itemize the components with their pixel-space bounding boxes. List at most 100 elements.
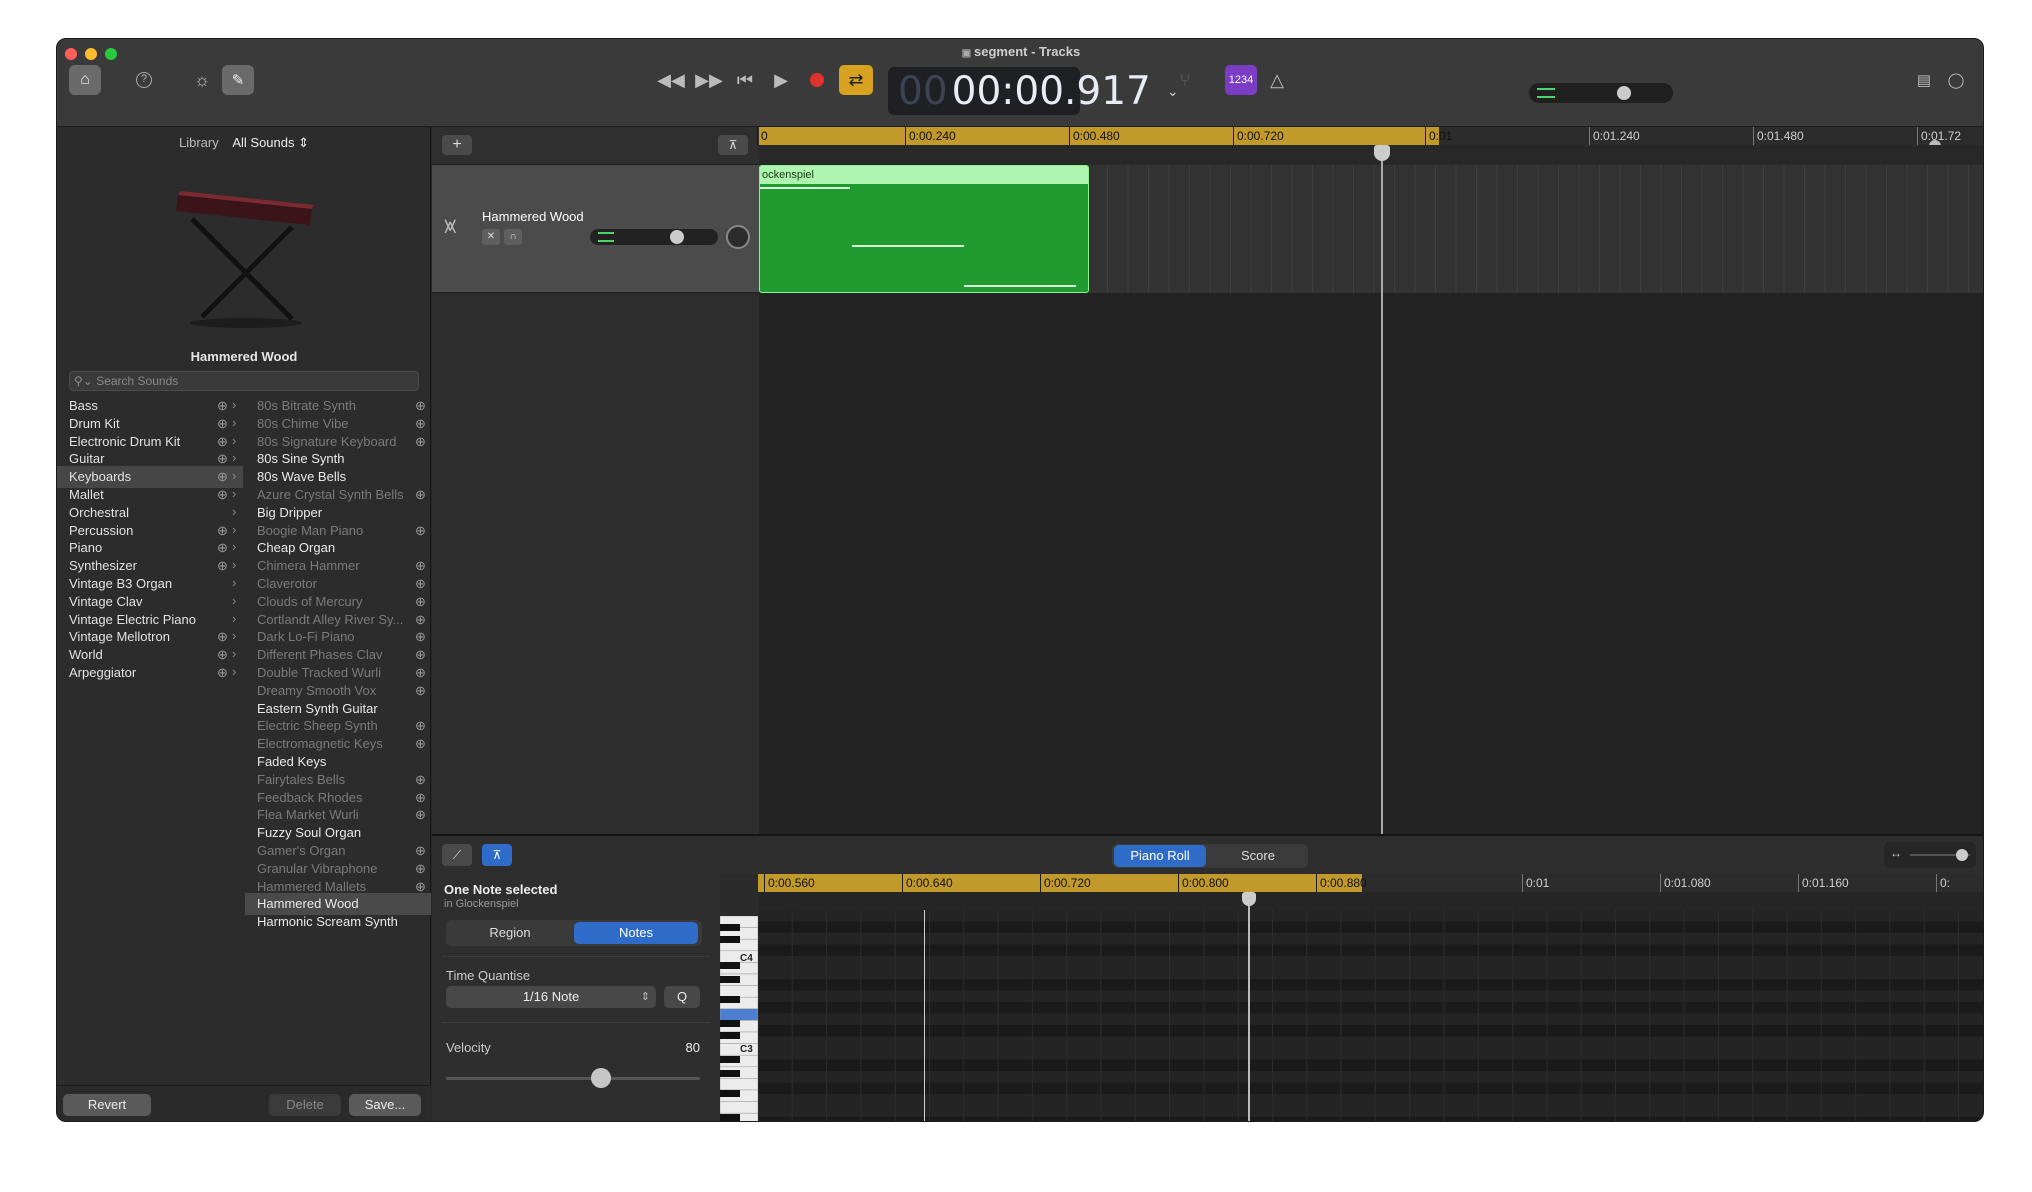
revert-button[interactable]: Revert	[63, 1094, 151, 1116]
help-button[interactable]: ?	[131, 67, 157, 93]
piano-roll-ruler[interactable]: 0:00.560 0:00.640 0:00.720 0:00.800 0:00.880…	[758, 874, 1983, 892]
piano-black-key[interactable]	[720, 1032, 740, 1039]
metronome-button[interactable]: △	[1265, 67, 1289, 93]
download-icon[interactable]: ⊕	[415, 416, 426, 432]
play-button[interactable]: ▶	[769, 67, 793, 93]
master-volume-knob[interactable]	[1617, 86, 1631, 100]
download-icon[interactable]: ⊕	[415, 434, 426, 450]
quantise-button[interactable]: Q	[664, 986, 700, 1008]
track-volume-slider[interactable]	[590, 229, 718, 245]
download-icon[interactable]: ⊕	[415, 594, 426, 610]
segment-region[interactable]: Region	[448, 922, 572, 944]
download-icon[interactable]: ⊕	[415, 736, 426, 752]
tuner-button[interactable]: ⑂	[1173, 67, 1197, 93]
download-icon[interactable]: ⊕	[217, 665, 228, 681]
segment-notes[interactable]: Notes	[574, 922, 698, 944]
velocity-knob[interactable]	[591, 1068, 612, 1088]
piano-black-key[interactable]	[720, 1090, 740, 1097]
piano-white-key[interactable]	[719, 1078, 759, 1091]
download-icon[interactable]: ⊕	[415, 807, 426, 823]
download-icon[interactable]: ⊕	[217, 487, 228, 503]
mute-button[interactable]: ✕	[482, 229, 500, 245]
download-icon[interactable]: ⊕	[217, 540, 228, 556]
download-icon[interactable]: ⊕	[217, 416, 228, 432]
download-icon[interactable]: ⊕	[217, 434, 228, 450]
playhead[interactable]	[1374, 145, 1390, 834]
piano-roll-playhead-handle[interactable]	[1242, 892, 1256, 906]
go-to-beginning-button[interactable]: ⏮	[733, 67, 757, 93]
download-icon[interactable]: ⊕	[415, 647, 426, 663]
download-icon[interactable]: ⊕	[415, 861, 426, 877]
sound-item[interactable]: Harmonic Scream Synth	[257, 911, 429, 933]
download-icon[interactable]: ⊕	[415, 665, 426, 681]
save-button[interactable]: Save...	[349, 1094, 421, 1116]
download-icon[interactable]: ⊕	[217, 629, 228, 645]
editor-zoom-slider[interactable]: ↔	[1884, 842, 1976, 868]
piano-white-key[interactable]	[719, 985, 759, 998]
track-volume-knob[interactable]	[670, 230, 684, 244]
timeline-ruler[interactable]: 0 0:00.240 0:00.480 0:00.720 0:01 0:01.240 0:0…	[757, 127, 1983, 152]
download-icon[interactable]: ⊕	[217, 647, 228, 663]
search-field[interactable]: ⚲⌄ Search Sounds	[69, 371, 419, 391]
catch-button[interactable]: ⊼	[718, 135, 748, 155]
track-header-hammered-wood[interactable]: ⩙ Hammered Wood ✕ ∩	[432, 165, 759, 293]
delete-button[interactable]: Delete	[269, 1094, 341, 1116]
loop-browser-button[interactable]: ◯	[1943, 67, 1969, 93]
editor-zoom-knob[interactable]	[1956, 849, 1968, 861]
download-icon[interactable]: ⊕	[415, 487, 426, 503]
download-icon[interactable]: ⊕	[415, 523, 426, 539]
forward-button[interactable]: ▶▶	[695, 67, 723, 93]
download-icon[interactable]: ⊕	[415, 558, 426, 574]
download-icon[interactable]: ⊕	[415, 398, 426, 414]
download-icon[interactable]: ⊕	[217, 398, 228, 414]
download-icon[interactable]: ⊕	[415, 629, 426, 645]
notepad-button[interactable]: ▤	[1911, 67, 1937, 93]
lcd-display[interactable]: 00 00:00.917 ⌄	[888, 67, 1179, 115]
download-icon[interactable]: ⊕	[415, 772, 426, 788]
tab-score[interactable]: Score	[1210, 845, 1306, 867]
tab-piano-roll[interactable]: Piano Roll	[1114, 845, 1206, 867]
add-track-button[interactable]: +	[442, 135, 472, 155]
piano-black-key[interactable]	[720, 936, 740, 943]
solo-button[interactable]: ∩	[504, 229, 522, 245]
piano-white-key[interactable]	[719, 1008, 759, 1021]
download-icon[interactable]: ⊕	[415, 879, 426, 895]
editor-pointer-tool[interactable]: ⟋	[442, 844, 472, 866]
velocity-slider[interactable]	[446, 1068, 700, 1088]
category-item[interactable]: Arpeggiator	[69, 662, 241, 684]
library-button[interactable]: ⌂	[69, 65, 101, 95]
editors-button[interactable]: ✎	[222, 65, 254, 95]
rewind-button[interactable]: ◀◀	[657, 67, 685, 93]
piano-roll-playhead[interactable]	[1242, 892, 1256, 1121]
piano-black-key[interactable]	[720, 962, 740, 969]
master-volume-slider[interactable]	[1529, 83, 1673, 103]
download-icon[interactable]: ⊕	[217, 523, 228, 539]
quantise-popup[interactable]: 1/16 Note ⇕	[446, 986, 656, 1008]
download-icon[interactable]: ⊕	[217, 469, 228, 485]
download-icon[interactable]: ⊕	[415, 612, 426, 628]
download-icon[interactable]: ⊕	[415, 683, 426, 699]
cycle-button[interactable]: ⇄	[839, 65, 873, 95]
smart-controls-button[interactable]: ☼	[189, 67, 215, 93]
piano-black-key[interactable]	[720, 1114, 740, 1121]
download-icon[interactable]: ⊕	[415, 790, 426, 806]
playhead-handle[interactable]	[1374, 145, 1390, 161]
piano-white-key[interactable]	[719, 1101, 759, 1114]
count-in-button[interactable]: 1234	[1225, 65, 1257, 95]
download-icon[interactable]: ⊕	[415, 718, 426, 734]
piano-roll-grid[interactable]: 0:00.560 0:00.640 0:00.720 0:00.800 0:00.880…	[758, 874, 1983, 1121]
piano-black-key[interactable]	[720, 1056, 740, 1063]
piano-black-key[interactable]	[720, 976, 740, 983]
midi-region-glockenspiel[interactable]: ockenspiel	[759, 165, 1089, 293]
piano-black-key[interactable]	[720, 924, 740, 931]
piano-black-key[interactable]	[720, 1020, 740, 1027]
piano-black-key[interactable]	[720, 996, 740, 1003]
record-button[interactable]	[805, 67, 829, 93]
download-icon[interactable]: ⊕	[217, 558, 228, 574]
piano-black-key[interactable]	[720, 1070, 740, 1077]
library-filter-popup[interactable]: All Sounds ⇕	[232, 135, 309, 150]
download-icon[interactable]: ⊕	[415, 843, 426, 859]
piano-keyboard[interactable]: C4 C3	[719, 915, 759, 1121]
download-icon[interactable]: ⊕	[217, 451, 228, 467]
editor-catch-button[interactable]: ⊼	[482, 844, 512, 866]
